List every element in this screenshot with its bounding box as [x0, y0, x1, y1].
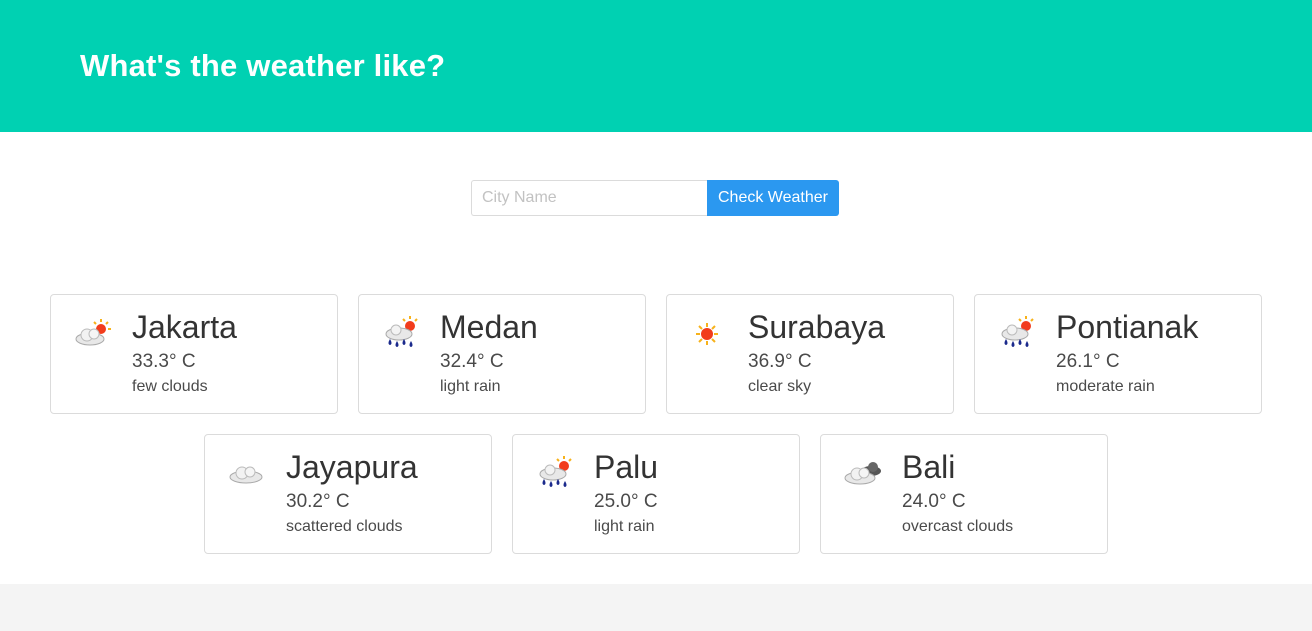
sun-icon [689, 315, 729, 351]
weather-card-surabaya: Surabaya 36.9° C clear sky [666, 294, 954, 414]
temperature: 36.9° C [748, 351, 812, 372]
weather-description: few clouds [132, 378, 208, 395]
check-weather-button[interactable]: Check Weather [707, 180, 839, 216]
city-name-input[interactable] [471, 180, 707, 216]
city-name: Jayapura [286, 449, 418, 485]
overcast-clouds-icon [843, 455, 883, 491]
city-name: Jakarta [132, 309, 237, 345]
weather-card-jakarta: Jakarta 33.3° C few clouds [50, 294, 338, 414]
weather-description: moderate rain [1056, 378, 1155, 395]
city-name: Medan [440, 309, 538, 345]
city-name: Palu [594, 449, 659, 485]
weather-card-palu: Palu 25.0° C light rain [512, 434, 800, 554]
weather-description: light rain [594, 518, 655, 535]
weather-description: light rain [440, 378, 501, 395]
city-name: Surabaya [748, 309, 885, 345]
header-banner: What's the weather like? [0, 0, 1312, 132]
search-bar: Check Weather [471, 180, 839, 216]
weather-card-pontianak: Pontianak 26.1° C moderate rain [974, 294, 1262, 414]
temperature: 30.2° C [286, 491, 350, 512]
temperature: 32.4° C [440, 351, 504, 372]
weather-card-medan: Medan 32.4° C light rain [358, 294, 646, 414]
rain-icon [381, 315, 421, 351]
weather-description: clear sky [748, 378, 812, 395]
weather-description: overcast clouds [902, 518, 1014, 535]
weather-card-jayapura: Jayapura 30.2° C scattered clouds [204, 434, 492, 554]
temperature: 26.1° C [1056, 351, 1120, 372]
few-clouds-icon [73, 315, 113, 351]
temperature: 25.0° C [594, 491, 658, 512]
rain-icon [535, 455, 575, 491]
city-name: Pontianak [1056, 309, 1199, 345]
page-title: What's the weather like? [80, 48, 446, 83]
city-name: Bali [902, 449, 956, 485]
cloud-icon [227, 455, 267, 491]
weather-card-bali: Bali 24.0° C overcast clouds [820, 434, 1108, 554]
temperature: 33.3° C [132, 351, 196, 372]
rain-icon [997, 315, 1037, 351]
main-content: Check Weather Jakarta 33.3° C few clouds [0, 132, 1312, 584]
weather-description: scattered clouds [286, 518, 403, 535]
footer [0, 584, 1312, 631]
temperature: 24.0° C [902, 491, 966, 512]
